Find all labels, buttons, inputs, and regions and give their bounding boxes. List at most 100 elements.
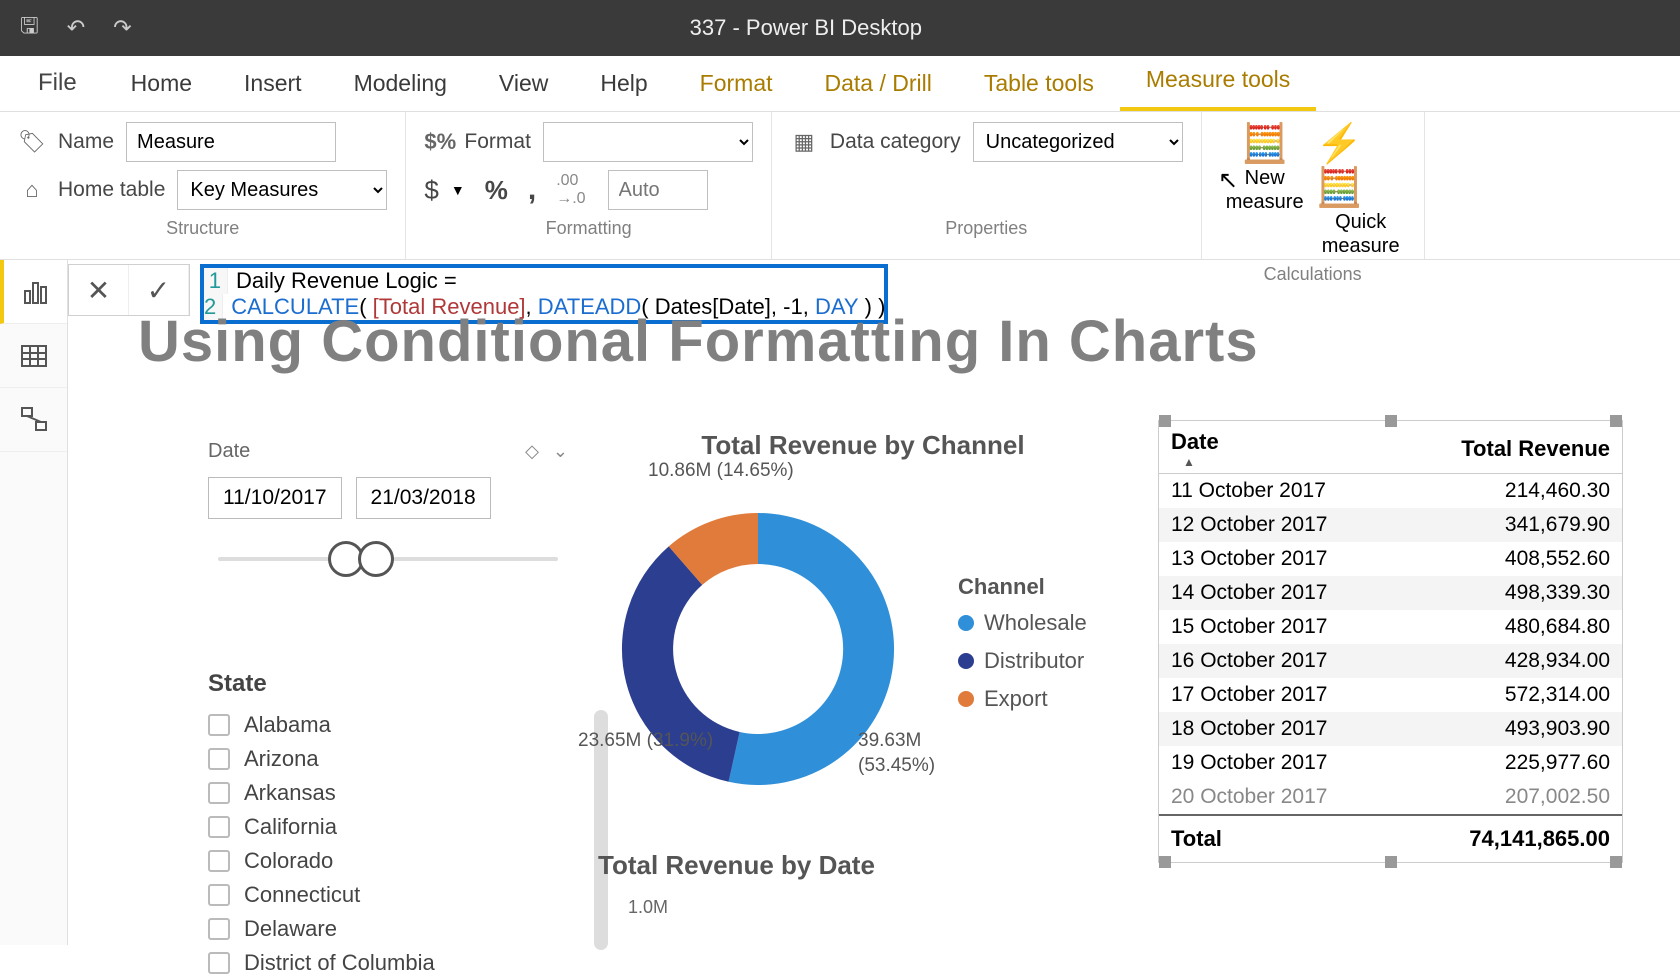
decimals-button[interactable]: .00→.0 — [556, 172, 585, 208]
checkbox[interactable] — [208, 884, 230, 906]
donut-label-export: 10.86M (14.65%) — [648, 459, 794, 484]
table-row[interactable]: 18 October 2017493,903.90 — [1159, 712, 1622, 746]
bar-chart-ytick: 1.0M — [628, 897, 1098, 918]
revenue-table[interactable]: Date▲ Total Revenue 11 October 2017214,4… — [1158, 420, 1623, 863]
tab-table-tools[interactable]: Table tools — [958, 56, 1120, 111]
state-slicer[interactable]: State AlabamaArizonaArkansasCaliforniaCo… — [208, 670, 578, 980]
col-header-date[interactable]: Date▲ — [1159, 421, 1396, 474]
new-measure-button[interactable]: 🧮 New measure — [1220, 122, 1310, 258]
legend-dot — [958, 691, 974, 707]
date-slicer-label: Date — [208, 440, 250, 463]
comma-button[interactable]: , — [528, 173, 536, 207]
slider-thumb-end[interactable] — [358, 541, 394, 577]
bar-chart-title: Total Revenue by Date — [598, 850, 1098, 881]
chevron-down-icon[interactable]: ▼ — [451, 182, 465, 198]
checkbox[interactable] — [208, 714, 230, 736]
tab-insert[interactable]: Insert — [218, 56, 328, 111]
table-row[interactable]: 14 October 2017498,339.30 — [1159, 576, 1622, 610]
date-slicer[interactable]: Date ◇ ⌄ 11/10/2017 21/03/2018 — [208, 440, 568, 581]
table-row[interactable]: 15 October 2017480,684.80 — [1159, 610, 1622, 644]
ribbon-group-structure: 🏷 Name ⌂ Home table Key Measures Structu… — [0, 112, 406, 259]
redo-icon[interactable]: ↷ — [113, 15, 131, 41]
window-title: 337 - Power BI Desktop — [132, 15, 1680, 41]
data-view-button[interactable] — [0, 324, 67, 388]
format-select[interactable] — [543, 122, 753, 162]
date-end-input[interactable]: 21/03/2018 — [356, 477, 491, 519]
state-item[interactable]: Colorado — [208, 844, 578, 878]
state-item[interactable]: Connecticut — [208, 878, 578, 912]
percent-button[interactable]: % — [485, 175, 508, 206]
col-header-revenue[interactable]: Total Revenue — [1396, 421, 1622, 474]
tab-modeling[interactable]: Modeling — [328, 56, 473, 111]
ribbon-group-formatting: $% Format $ ▼ % , .00→.0 Formatting — [406, 112, 772, 259]
state-item[interactable]: Arkansas — [208, 776, 578, 810]
donut-label-distributor: 23.65M (31.9%) — [578, 729, 713, 754]
state-slicer-label: State — [208, 670, 578, 698]
group-label-properties: Properties — [790, 218, 1183, 239]
donut-legend: Channel Wholesale Distributor Export — [958, 574, 1087, 724]
table-row[interactable]: 13 October 2017408,552.60 — [1159, 542, 1622, 576]
date-start-input[interactable]: 11/10/2017 — [208, 477, 342, 519]
group-label-formatting: Formatting — [424, 218, 753, 239]
home-icon: ⌂ — [18, 177, 46, 203]
resize-handle[interactable] — [1610, 856, 1622, 868]
cancel-formula-button[interactable]: ✕ — [69, 265, 129, 315]
group-label-structure: Structure — [18, 218, 387, 239]
checkbox[interactable] — [208, 952, 230, 974]
bar-chart[interactable]: Total Revenue by Date 1.0M — [598, 850, 1098, 918]
quick-measure-button[interactable]: ⚡🧮 Quick measure — [1316, 122, 1406, 258]
table-row[interactable]: 16 October 2017428,934.00 — [1159, 644, 1622, 678]
formula-line-1: Daily Revenue Logic = — [228, 268, 457, 294]
report-view-button[interactable] — [0, 260, 67, 324]
tab-data-drill[interactable]: Data / Drill — [799, 56, 958, 111]
table-row[interactable]: 11 October 2017214,460.30 — [1159, 474, 1622, 509]
state-item[interactable]: California — [208, 810, 578, 844]
resize-handle[interactable] — [1385, 415, 1397, 427]
calculator-icon: 🧮 — [1241, 122, 1288, 166]
tab-measure-tools[interactable]: Measure tools — [1120, 52, 1316, 111]
currency-button[interactable]: $ — [424, 175, 438, 206]
state-item[interactable]: Arizona — [208, 742, 578, 776]
tab-view[interactable]: View — [473, 56, 574, 111]
checkbox[interactable] — [208, 748, 230, 770]
resize-handle[interactable] — [1385, 856, 1397, 868]
chevron-down-icon[interactable]: ⌄ — [553, 441, 568, 462]
state-item[interactable]: Delaware — [208, 912, 578, 946]
page-title: Using Conditional Formatting In Charts — [138, 308, 1660, 375]
donut-chart[interactable]: Total Revenue by Channel 10.86M (14.65%)… — [588, 430, 1138, 819]
checkbox[interactable] — [208, 918, 230, 940]
tab-format[interactable]: Format — [674, 56, 799, 111]
resize-handle[interactable] — [1159, 856, 1171, 868]
checkbox[interactable] — [208, 850, 230, 872]
view-switcher — [0, 260, 68, 945]
name-input[interactable] — [126, 122, 336, 162]
checkbox[interactable] — [208, 816, 230, 838]
total-label: Total — [1159, 815, 1396, 862]
table-row[interactable]: 17 October 2017572,314.00 — [1159, 678, 1622, 712]
undo-icon[interactable]: ↶ — [67, 15, 85, 41]
model-icon — [19, 405, 49, 435]
date-slider[interactable] — [208, 537, 568, 581]
data-category-select[interactable]: Uncategorized — [973, 122, 1183, 162]
decimal-places-input[interactable] — [608, 170, 708, 210]
resize-handle[interactable] — [1159, 415, 1171, 427]
save-icon[interactable]: 🖫 — [20, 9, 39, 47]
tab-home[interactable]: Home — [105, 56, 218, 111]
donut-label-wholesale: 39.63M (53.45%) — [858, 729, 935, 778]
home-table-select[interactable]: Key Measures — [177, 170, 387, 210]
ribbon-group-calculations: 🧮 New measure ⚡🧮 Quick measure Calculati… — [1202, 112, 1425, 259]
legend-dot — [958, 653, 974, 669]
state-item[interactable]: Alabama — [208, 708, 578, 742]
state-item[interactable]: District of Columbia — [208, 946, 578, 980]
resize-handle[interactable] — [1610, 415, 1622, 427]
eraser-icon[interactable]: ◇ — [525, 441, 539, 462]
table-row[interactable]: 12 October 2017341,679.90 — [1159, 508, 1622, 542]
tab-file[interactable]: File — [10, 55, 105, 111]
data-category-label: Data category — [830, 130, 961, 154]
table-row[interactable]: 19 October 2017225,977.60 — [1159, 746, 1622, 780]
checkbox[interactable] — [208, 782, 230, 804]
category-icon: ▦ — [790, 129, 818, 155]
model-view-button[interactable] — [0, 388, 67, 452]
tab-help[interactable]: Help — [574, 56, 673, 111]
report-canvas[interactable]: Using Conditional Formatting In Charts D… — [68, 310, 1680, 945]
